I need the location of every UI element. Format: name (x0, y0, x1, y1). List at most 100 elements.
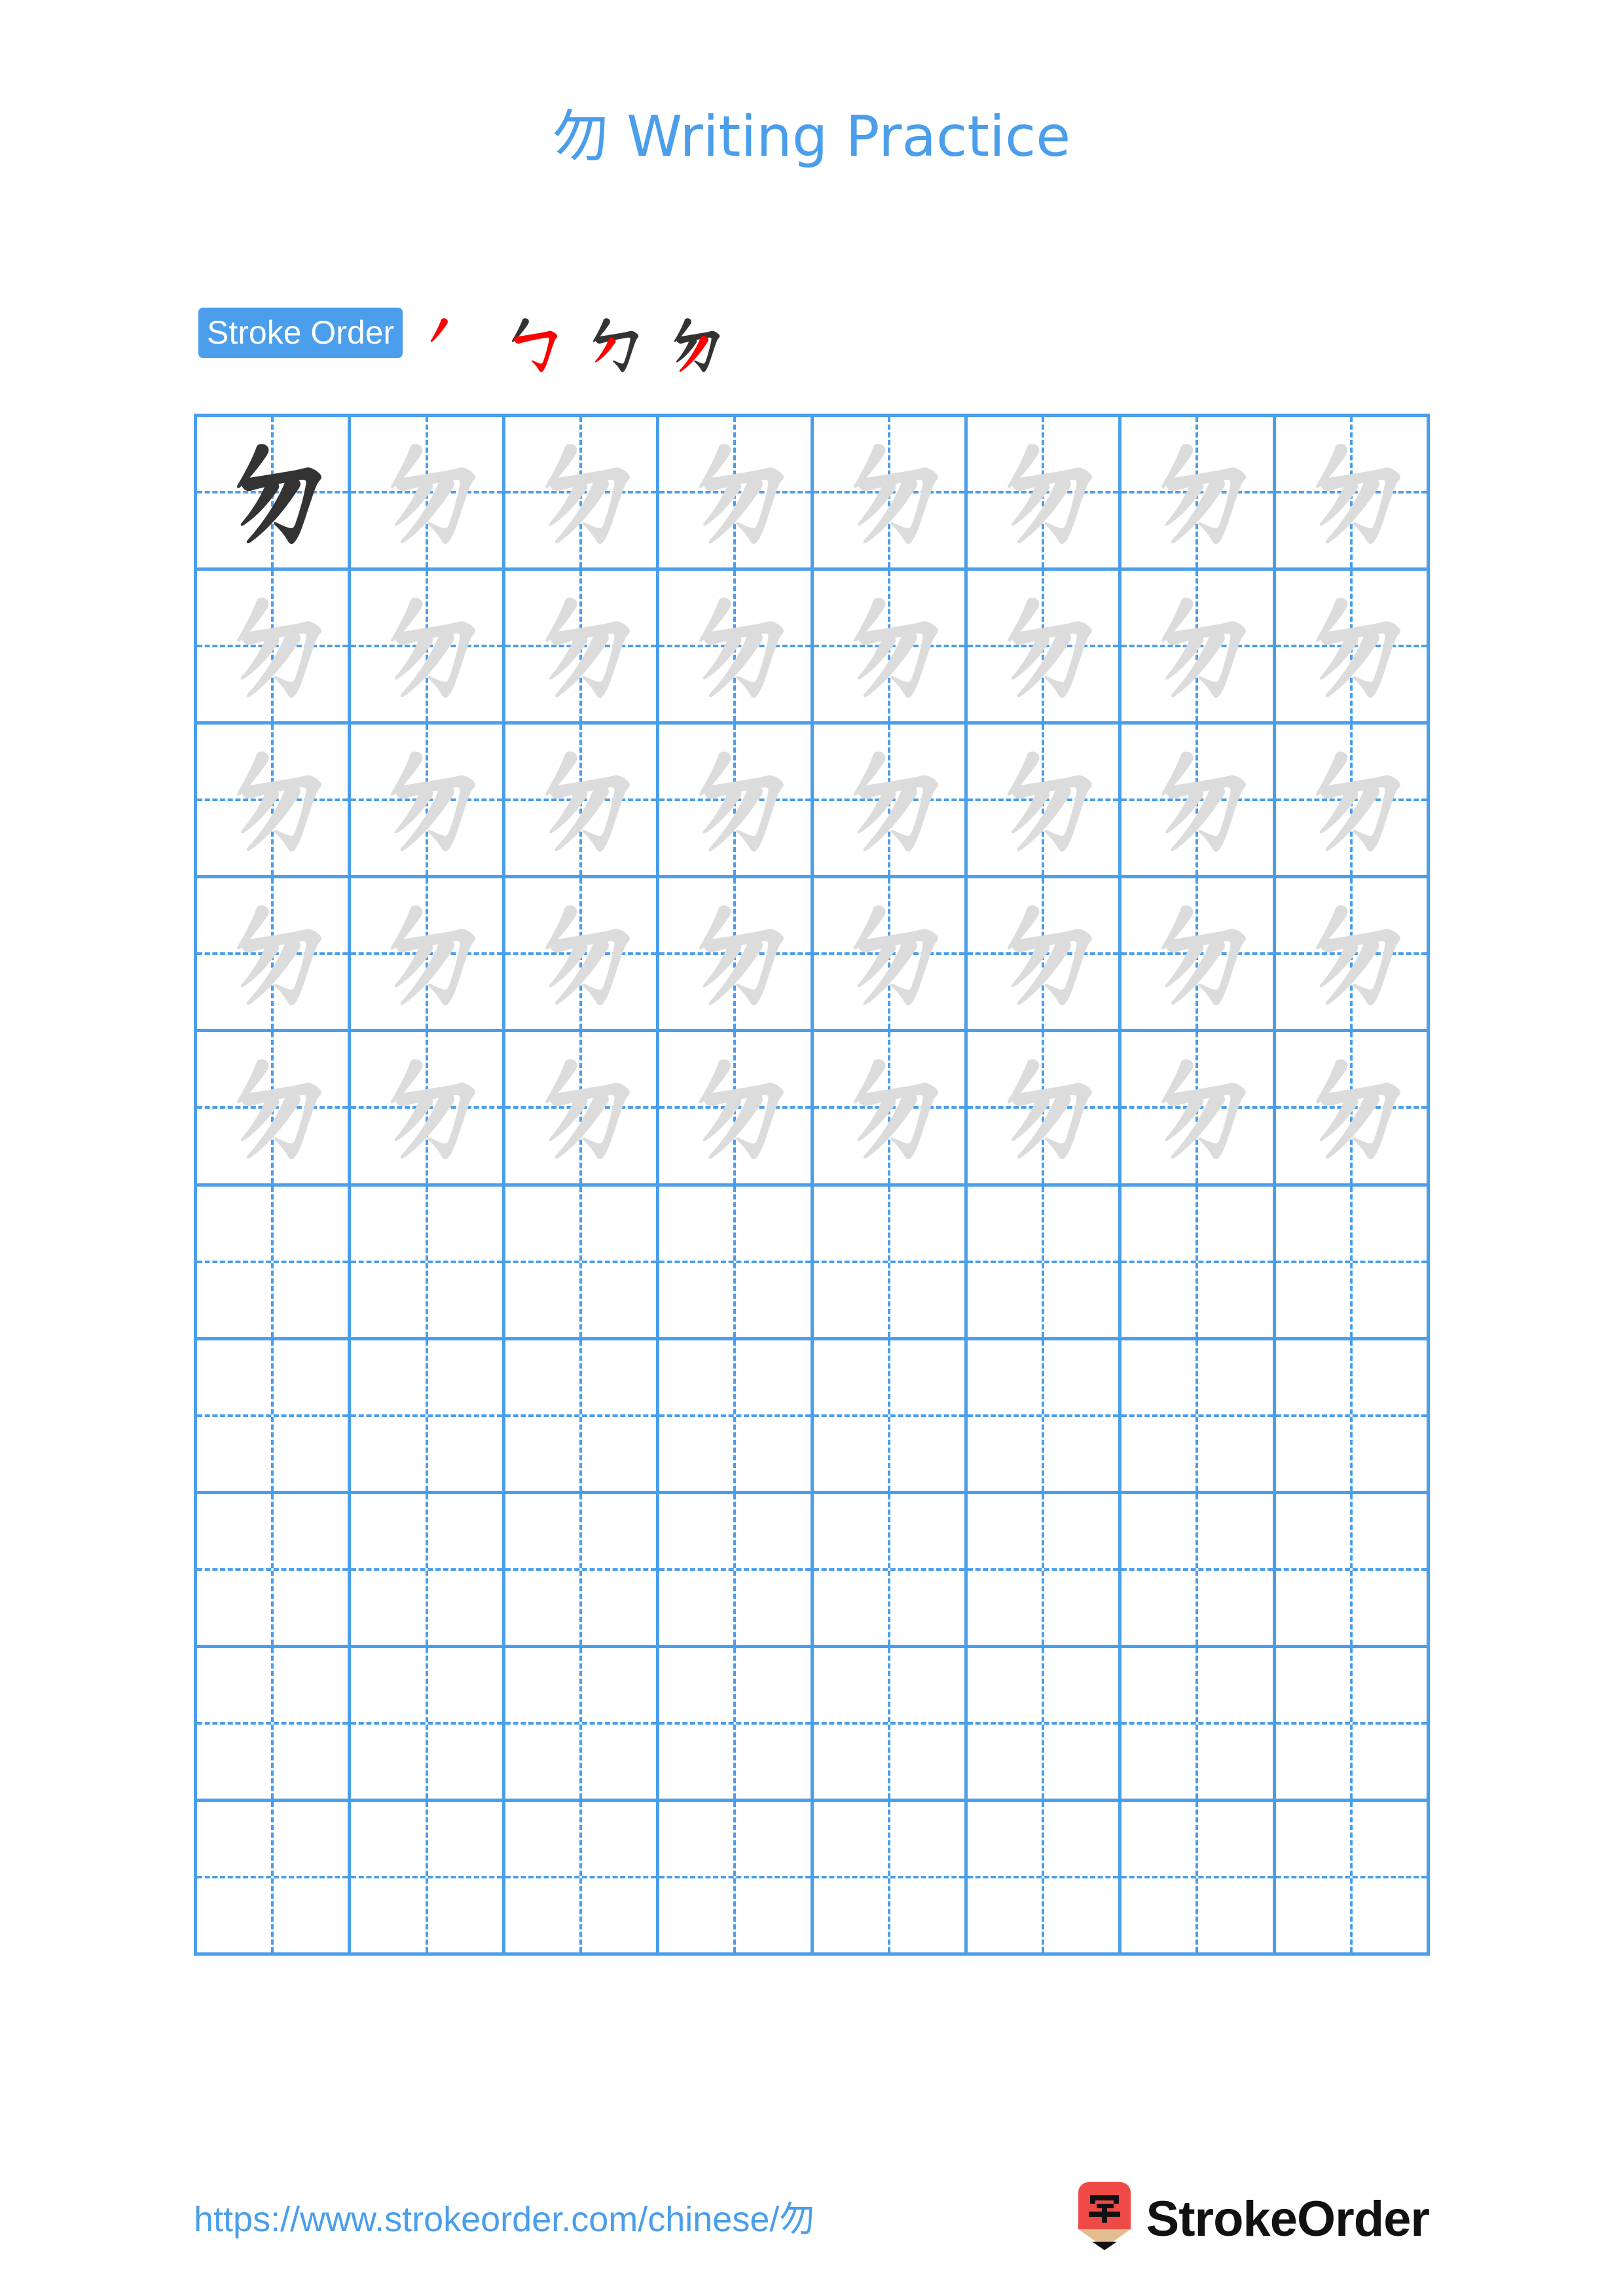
character-glyph (197, 571, 348, 721)
practice-cell[interactable] (505, 571, 660, 725)
character-glyph (1276, 725, 1427, 875)
practice-cell[interactable] (1275, 1801, 1430, 1956)
practice-cell[interactable] (813, 1186, 968, 1340)
practice-cell[interactable] (351, 725, 505, 879)
practice-cell[interactable] (197, 1647, 352, 1802)
practice-cell[interactable] (967, 1494, 1122, 1648)
character-glyph (1276, 417, 1427, 567)
practice-cell[interactable] (659, 1186, 814, 1340)
practice-cell[interactable] (813, 417, 968, 571)
practice-cell[interactable] (351, 571, 505, 725)
practice-cell[interactable] (505, 1032, 660, 1187)
practice-cell[interactable] (197, 878, 352, 1033)
practice-cell[interactable] (813, 1032, 968, 1187)
practice-cell[interactable] (813, 1801, 968, 1956)
practice-cell[interactable] (1122, 878, 1276, 1033)
practice-cell[interactable] (351, 878, 505, 1033)
practice-cell[interactable] (813, 725, 968, 879)
practice-cell[interactable] (505, 417, 660, 571)
practice-cell[interactable] (967, 1186, 1122, 1340)
source-url-link[interactable]: https://www.strokeorder.com/chinese/勿 (194, 2190, 814, 2242)
practice-cell[interactable] (659, 725, 814, 879)
practice-cell[interactable] (967, 1340, 1122, 1494)
practice-cell[interactable] (967, 878, 1122, 1033)
practice-cell[interactable] (1122, 1340, 1276, 1494)
character-glyph (1122, 571, 1272, 721)
practice-cell[interactable] (197, 1340, 352, 1494)
practice-cell[interactable] (351, 417, 505, 571)
practice-cell[interactable] (1275, 571, 1430, 725)
practice-cell[interactable] (197, 417, 352, 571)
character-glyph (659, 571, 810, 721)
practice-cell[interactable] (1275, 1032, 1430, 1187)
character-glyph (968, 571, 1118, 721)
practice-cell[interactable] (967, 725, 1122, 879)
practice-cell[interactable] (813, 1647, 968, 1802)
practice-cell[interactable] (197, 1032, 352, 1187)
character-glyph (351, 725, 501, 875)
practice-cell[interactable] (505, 878, 660, 1033)
practice-cell[interactable] (659, 878, 814, 1033)
practice-cell[interactable] (1275, 1186, 1430, 1340)
practice-cell[interactable] (1122, 417, 1276, 571)
practice-cell[interactable] (967, 1647, 1122, 1802)
practice-cell[interactable] (197, 1801, 352, 1956)
character-glyph (814, 1032, 964, 1183)
practice-cell[interactable] (505, 1801, 660, 1956)
practice-cell[interactable] (1275, 417, 1430, 571)
practice-cell[interactable] (813, 1340, 968, 1494)
practice-cell[interactable] (659, 1647, 814, 1802)
practice-cell[interactable] (505, 1186, 660, 1340)
practice-cell[interactable] (1122, 1032, 1276, 1187)
practice-cell[interactable] (197, 1494, 352, 1648)
character-glyph (968, 878, 1118, 1029)
practice-cell[interactable] (1275, 725, 1430, 879)
character-glyph (197, 1032, 348, 1183)
practice-cell[interactable] (813, 878, 968, 1033)
character-glyph (505, 1032, 656, 1183)
practice-cell[interactable] (1122, 1801, 1276, 1956)
practice-cell[interactable] (351, 1032, 505, 1187)
practice-cell[interactable] (1275, 1647, 1430, 1802)
practice-cell[interactable] (505, 1494, 660, 1648)
practice-cell[interactable] (659, 1032, 814, 1187)
practice-cell[interactable] (1122, 1186, 1276, 1340)
practice-cell[interactable] (659, 1340, 814, 1494)
practice-cell[interactable] (505, 725, 660, 879)
practice-cell[interactable] (1275, 1340, 1430, 1494)
practice-cell[interactable] (1122, 725, 1276, 879)
practice-cell[interactable] (351, 1186, 505, 1340)
character-glyph (968, 725, 1118, 875)
practice-cell[interactable] (351, 1340, 505, 1494)
worksheet-page: 勿 Writing Practice Stroke Order https://… (0, 0, 1623, 2296)
page-title: 勿 Writing Practice (0, 106, 1623, 168)
practice-cell[interactable] (351, 1801, 505, 1956)
practice-cell[interactable] (197, 1186, 352, 1340)
practice-cell[interactable] (659, 1494, 814, 1648)
practice-cell[interactable] (659, 1801, 814, 1956)
practice-cell[interactable] (1122, 1494, 1276, 1648)
practice-cell[interactable] (1275, 1494, 1430, 1648)
practice-cell[interactable] (1122, 1647, 1276, 1802)
practice-cell[interactable] (197, 725, 352, 879)
practice-cell[interactable] (659, 417, 814, 571)
character-glyph (1276, 878, 1427, 1029)
practice-cell[interactable] (813, 571, 968, 725)
practice-cell[interactable] (967, 1032, 1122, 1187)
practice-cell[interactable] (351, 1494, 505, 1648)
practice-cell[interactable] (813, 1494, 968, 1648)
practice-cell[interactable] (659, 571, 814, 725)
page-title-text: 勿 Writing Practice (552, 104, 1071, 170)
practice-cell[interactable] (1275, 878, 1430, 1033)
character-glyph (197, 725, 348, 875)
practice-cell[interactable] (967, 417, 1122, 571)
practice-cell[interactable] (505, 1340, 660, 1494)
practice-cell[interactable] (197, 571, 352, 725)
practice-cell[interactable] (505, 1647, 660, 1802)
character-glyph (1276, 1032, 1427, 1183)
practice-cell[interactable] (967, 1801, 1122, 1956)
practice-cell[interactable] (351, 1647, 505, 1802)
brand-name-text: StrokeOrder (1146, 2191, 1430, 2247)
practice-cell[interactable] (1122, 571, 1276, 725)
practice-cell[interactable] (967, 571, 1122, 725)
